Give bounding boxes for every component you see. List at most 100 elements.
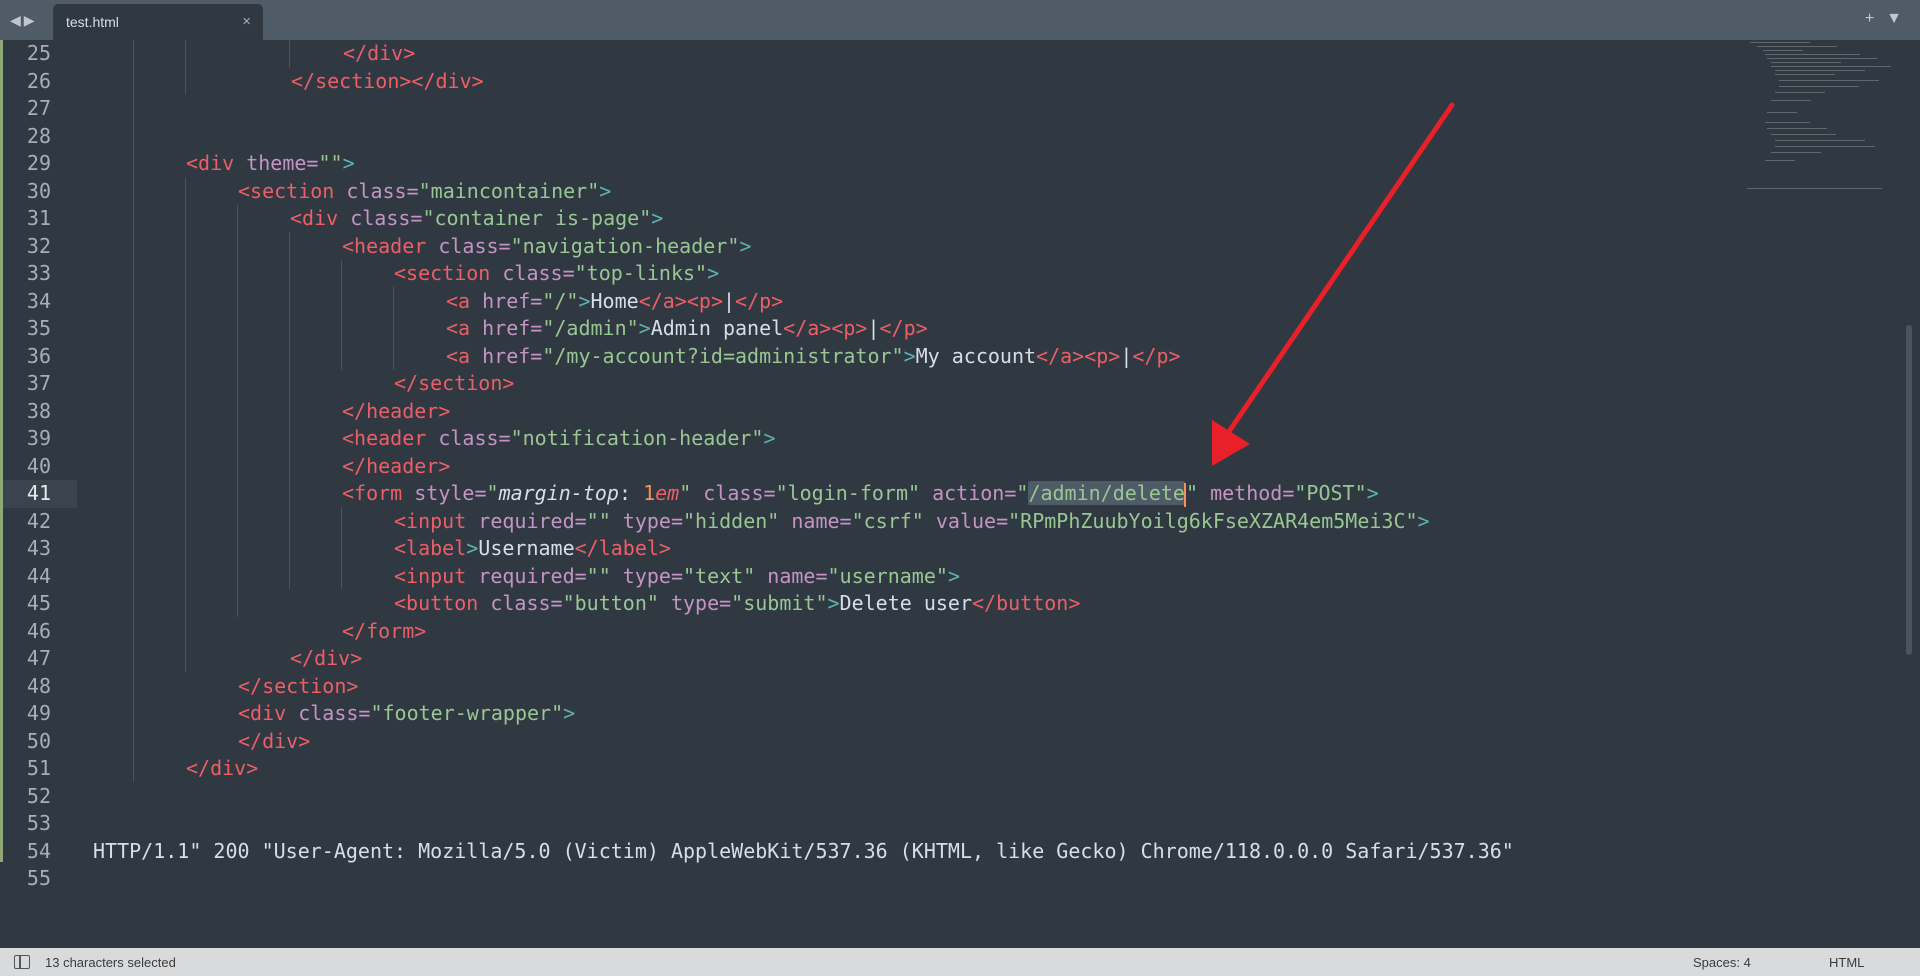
closing-tag: </a> bbox=[1036, 343, 1085, 368]
code-line-32: <header class="navigation-header"> bbox=[342, 233, 751, 261]
code-line-45: <button class="button" type="submit">Del… bbox=[394, 590, 1080, 618]
tag-open: <a bbox=[446, 316, 471, 340]
code-line-43: <label>Username</label> bbox=[394, 535, 671, 563]
attribute-value: "hidden" bbox=[683, 508, 780, 533]
attribute-value: "footer-wrapper" bbox=[370, 701, 564, 725]
line-number: 43 bbox=[26, 536, 51, 560]
code-line-50: </div> bbox=[238, 728, 310, 756]
line-number: 53 bbox=[26, 811, 51, 835]
tag-end: > bbox=[903, 343, 916, 368]
chevron-down-icon[interactable]: ▼ bbox=[1886, 10, 1902, 27]
line-number: 35 bbox=[26, 316, 51, 340]
tag-end: > bbox=[1366, 481, 1379, 505]
link-text: My account bbox=[915, 343, 1037, 368]
attribute: class= bbox=[426, 233, 511, 258]
attribute: type= bbox=[610, 563, 684, 588]
close-icon[interactable]: × bbox=[242, 13, 251, 30]
label-text: Username bbox=[478, 536, 575, 560]
closing-tag: </p> bbox=[1132, 343, 1181, 368]
tag-open: <section bbox=[394, 261, 491, 285]
tab-actions: + ▼ bbox=[1853, 10, 1902, 28]
vertical-scrollbar[interactable] bbox=[1906, 325, 1912, 655]
status-bar: 13 characters selected Spaces: 4 HTML bbox=[0, 948, 1920, 976]
attribute: theme= bbox=[234, 151, 319, 175]
line-number: 36 bbox=[26, 343, 51, 368]
editor-pane[interactable]: 25 26 27 28 29 30 31 32 33 34 35 36 37 3… bbox=[0, 40, 1920, 948]
closing-tag: </div> bbox=[411, 68, 484, 93]
attribute: name= bbox=[755, 563, 828, 588]
attribute: name= bbox=[779, 508, 852, 533]
indent-guide bbox=[185, 177, 186, 672]
attribute: class= bbox=[478, 591, 563, 615]
attribute-value: "login-form" bbox=[775, 481, 921, 505]
attribute-value: "" bbox=[586, 563, 611, 588]
indent-guide bbox=[289, 232, 290, 589]
attribute: action= bbox=[920, 481, 1017, 505]
indent-guide bbox=[289, 40, 290, 68]
quote: " bbox=[1185, 481, 1199, 505]
tag-open: <section bbox=[238, 178, 335, 203]
css-number: 1 bbox=[643, 481, 656, 505]
tag-end: > bbox=[827, 591, 840, 615]
code-line-51: </div> bbox=[186, 755, 258, 783]
line-number: 32 bbox=[26, 233, 51, 258]
link-text: Admin panel bbox=[650, 316, 784, 340]
tag-end: > bbox=[1417, 508, 1430, 533]
attribute: style= bbox=[402, 481, 487, 505]
closing-tag: </div> bbox=[186, 756, 259, 780]
code-line-25: </div> bbox=[343, 40, 415, 68]
closing-tag: </form> bbox=[342, 618, 427, 643]
back-arrow-icon[interactable]: ◀ bbox=[10, 12, 24, 28]
attribute: class= bbox=[691, 481, 776, 505]
attribute-value: "navigation-header" bbox=[510, 233, 740, 258]
attribute: href= bbox=[470, 343, 543, 368]
plus-icon[interactable]: + bbox=[1865, 10, 1874, 27]
forward-arrow-icon[interactable]: ▶ bbox=[24, 12, 38, 28]
attribute: href= bbox=[470, 316, 543, 340]
tag-open: <button bbox=[394, 591, 479, 615]
tag-open: <div bbox=[238, 701, 287, 725]
code-line-54: HTTP/1.1" 200 "User-Agent: Mozilla/5.0 (… bbox=[93, 838, 1514, 866]
line-number: 25 bbox=[26, 41, 51, 65]
indentation-setting[interactable]: Spaces: 4 bbox=[1693, 955, 1751, 970]
attribute: class= bbox=[334, 178, 419, 203]
code-line-44: <input required="" type="text" name="use… bbox=[394, 563, 960, 591]
sidebar-toggle-icon[interactable] bbox=[14, 955, 30, 969]
line-number: 40 bbox=[26, 453, 51, 478]
attribute: type= bbox=[658, 591, 732, 615]
code-line-29: <div theme=""> bbox=[186, 150, 355, 178]
tag-open: <a bbox=[446, 288, 471, 313]
selected-text[interactable]: /admin/delete bbox=[1028, 481, 1185, 505]
attribute: class= bbox=[426, 426, 511, 450]
css-property: margin-top bbox=[498, 481, 619, 505]
code-line-26: </section></div> bbox=[291, 68, 484, 96]
tag-end: > bbox=[342, 151, 355, 175]
attribute: class= bbox=[338, 206, 423, 230]
tag-end: > bbox=[739, 233, 752, 258]
line-number: 54 bbox=[26, 838, 51, 863]
code-line-35: <a href="/admin">Admin panel</a><p>|</p> bbox=[446, 315, 928, 343]
attribute-value: "" bbox=[318, 151, 343, 175]
syntax-selector[interactable]: HTML bbox=[1829, 955, 1864, 970]
tab-test-html[interactable]: test.html × bbox=[53, 4, 263, 40]
quote: " bbox=[486, 481, 499, 505]
closing-tag: </header> bbox=[342, 398, 451, 423]
attribute: href= bbox=[470, 288, 543, 313]
tag-open: <p> bbox=[1084, 343, 1121, 368]
closing-tag: </section> bbox=[394, 371, 515, 395]
attribute-value: "POST" bbox=[1294, 481, 1367, 505]
tag-end: > bbox=[651, 206, 664, 230]
tag-end: > bbox=[638, 316, 651, 340]
minimap[interactable] bbox=[1745, 40, 1891, 200]
line-number: 26 bbox=[26, 68, 51, 93]
line-number: 42 bbox=[26, 508, 51, 533]
indent-guide bbox=[237, 205, 238, 617]
closing-tag: </section> bbox=[291, 68, 412, 93]
closing-tag: </a> bbox=[783, 316, 832, 340]
closing-tag: </p> bbox=[735, 288, 784, 313]
line-number: 52 bbox=[26, 783, 51, 808]
tag-open: <div bbox=[186, 151, 235, 175]
attribute-value: "" bbox=[586, 508, 611, 533]
tag-open: <input bbox=[394, 508, 467, 533]
selection-status: 13 characters selected bbox=[45, 955, 176, 970]
